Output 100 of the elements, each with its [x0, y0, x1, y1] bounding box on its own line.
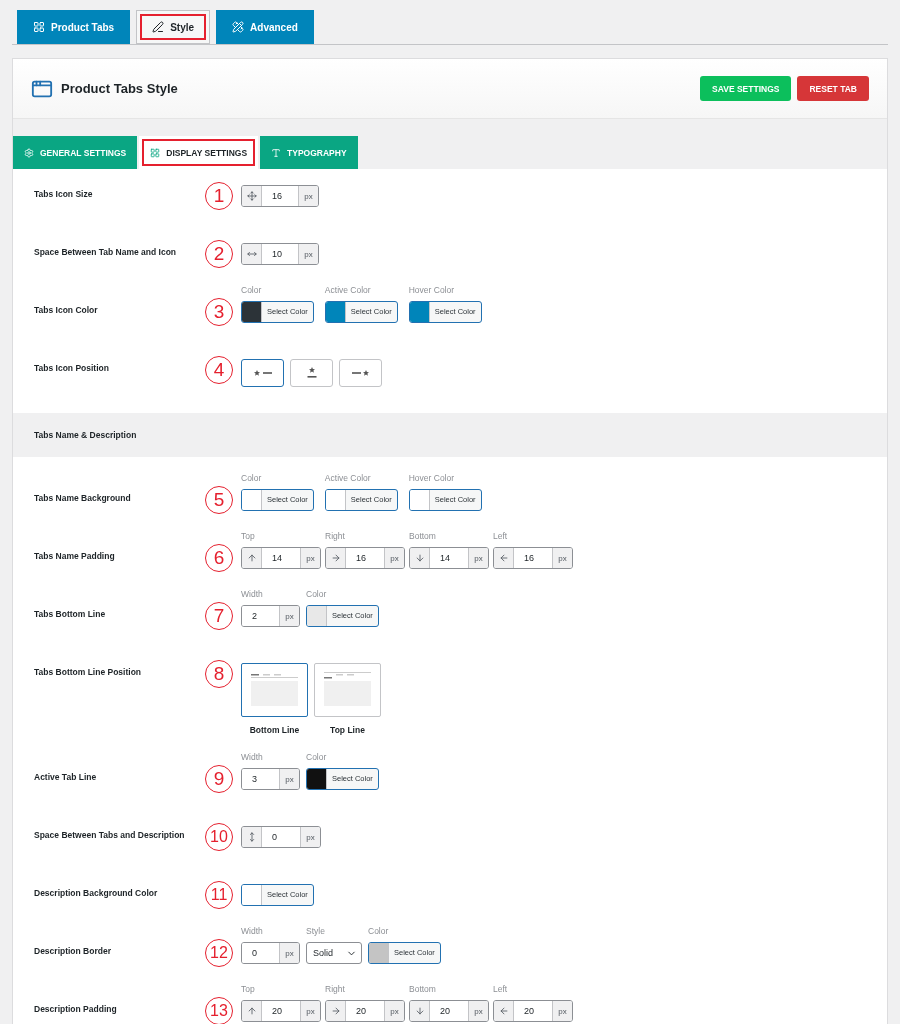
bottom-line-preview-drawing — [251, 672, 298, 708]
unit-label: px — [279, 606, 299, 626]
callout-number: 4 — [205, 356, 233, 384]
number-field[interactable]: 16 px — [493, 547, 573, 569]
option-caption: Top Line — [330, 725, 365, 735]
setting-label: Active Tab Line — [34, 771, 98, 784]
field-caption: Width — [241, 926, 264, 938]
setting-label: Tabs Icon Color — [34, 304, 99, 317]
field-caption: Color — [241, 285, 263, 297]
unit-label: px — [552, 1001, 572, 1021]
callout-number: 1 — [205, 182, 233, 210]
number-field[interactable]: 0 px — [241, 942, 300, 964]
field-caption: Style — [306, 926, 326, 938]
unit-label: px — [298, 244, 318, 264]
field-caption: Color — [306, 589, 328, 601]
grid-icon — [33, 21, 45, 33]
setting-label: Tabs Icon Position — [34, 362, 110, 375]
icon-right-layout-icon — [350, 369, 371, 377]
number-field[interactable]: 10 px — [241, 243, 319, 265]
callout-number: 11 — [205, 881, 233, 909]
arrow-left-icon — [498, 553, 509, 563]
number-field[interactable]: 0 px — [241, 826, 321, 848]
setting-label: Tabs Bottom Line — [34, 608, 107, 621]
setting-label: Tabs Bottom Line Position — [34, 666, 143, 679]
top-tab[interactable]: Product Tabs — [17, 10, 131, 44]
setting-label: Space Between Tab Name and Icon — [34, 246, 178, 259]
arrow-down-icon — [414, 553, 425, 563]
callout-number: 7 — [205, 602, 233, 630]
setting-label: Tabs Name Background — [34, 492, 132, 505]
unit-label: px — [552, 548, 572, 568]
arrow-up-icon — [246, 1006, 257, 1016]
unit-label: px — [300, 827, 320, 847]
icon-position-option[interactable] — [339, 359, 382, 387]
callout-number: 12 — [205, 939, 233, 967]
arrow-up-icon — [246, 553, 257, 563]
number-field[interactable]: 20 px — [493, 1000, 573, 1022]
number-field[interactable]: 14 px — [241, 547, 321, 569]
callout-number: 8 — [205, 660, 233, 688]
number-field[interactable]: 3 px — [241, 768, 300, 790]
number-field[interactable]: 16 px — [325, 547, 405, 569]
callout-number: 2 — [205, 240, 233, 268]
icon-top-layout-icon — [306, 367, 317, 379]
callout-number: 5 — [205, 486, 233, 514]
field-caption: Hover Color — [408, 285, 456, 297]
number-field[interactable]: 20 px — [325, 1000, 405, 1022]
number-field[interactable]: 14 px — [409, 547, 489, 569]
callout-number: 6 — [205, 544, 233, 572]
number-field[interactable]: 16 px — [241, 185, 319, 207]
top-tab[interactable]: Style — [136, 10, 211, 44]
line-position-option[interactable] — [241, 663, 308, 717]
setting-label: Tabs Icon Size — [34, 188, 94, 201]
icon-position-option[interactable] — [290, 359, 333, 387]
number-field[interactable]: 20 px — [241, 1000, 321, 1022]
field-caption: Left — [493, 531, 509, 543]
reset-button[interactable]: RESET TAB — [797, 76, 869, 101]
unit-label: px — [300, 548, 320, 568]
number-field[interactable]: 2 px — [241, 605, 300, 627]
setting-label: Space Between Tabs and Description — [34, 829, 186, 842]
icon-position-option[interactable] — [241, 359, 284, 387]
field-caption: Left — [493, 984, 509, 996]
callout-number: 3 — [205, 298, 233, 326]
unit-label: px — [468, 548, 488, 568]
field-caption: Width — [241, 589, 264, 601]
callout-number: 10 — [205, 823, 233, 851]
callout-number: 9 — [205, 765, 233, 793]
setting-label: Description Padding — [34, 1003, 118, 1016]
pencil-ruler-icon — [232, 21, 245, 33]
field-caption: Top — [241, 984, 256, 996]
panel-title: Product Tabs Style — [61, 81, 178, 96]
callout-number: 13 — [205, 997, 233, 1024]
top-line-preview-drawing — [324, 672, 371, 708]
field-caption: Width — [241, 752, 264, 764]
unit-label: px — [384, 548, 404, 568]
section-header: Tabs Name & Description — [13, 413, 887, 457]
unit-label: px — [468, 1001, 488, 1021]
field-caption: Bottom — [409, 984, 437, 996]
option-caption: Bottom Line — [249, 725, 300, 735]
setting-label: Tabs Name Padding — [34, 550, 116, 563]
unit-label: px — [298, 186, 318, 206]
horizontal-arrows-icon — [246, 249, 257, 259]
unit-label: px — [300, 1001, 320, 1021]
arrow-right-icon — [330, 1006, 341, 1016]
settings-icon — [24, 147, 34, 158]
field-caption: Color — [306, 752, 328, 764]
field-caption: Hover Color — [408, 473, 456, 485]
field-caption: Active Color — [324, 285, 372, 297]
grid-icon — [150, 147, 161, 158]
unit-label: px — [384, 1001, 404, 1021]
field-caption: Top — [241, 531, 256, 543]
unit-label: px — [279, 769, 299, 789]
field-caption: Right — [325, 531, 346, 543]
style-dropdown[interactable]: Solid — [306, 942, 362, 964]
unit-label: px — [279, 943, 299, 963]
number-field[interactable]: 20 px — [409, 1000, 489, 1022]
setting-label: Description Background Color — [34, 887, 159, 900]
arrow-right-icon — [330, 553, 341, 563]
top-tab[interactable]: Advanced — [216, 10, 314, 44]
settings-tab[interactable]: DISPLAY SETTINGS — [139, 136, 259, 169]
field-caption: Right — [325, 984, 346, 996]
arrow-left-icon — [498, 1006, 509, 1016]
